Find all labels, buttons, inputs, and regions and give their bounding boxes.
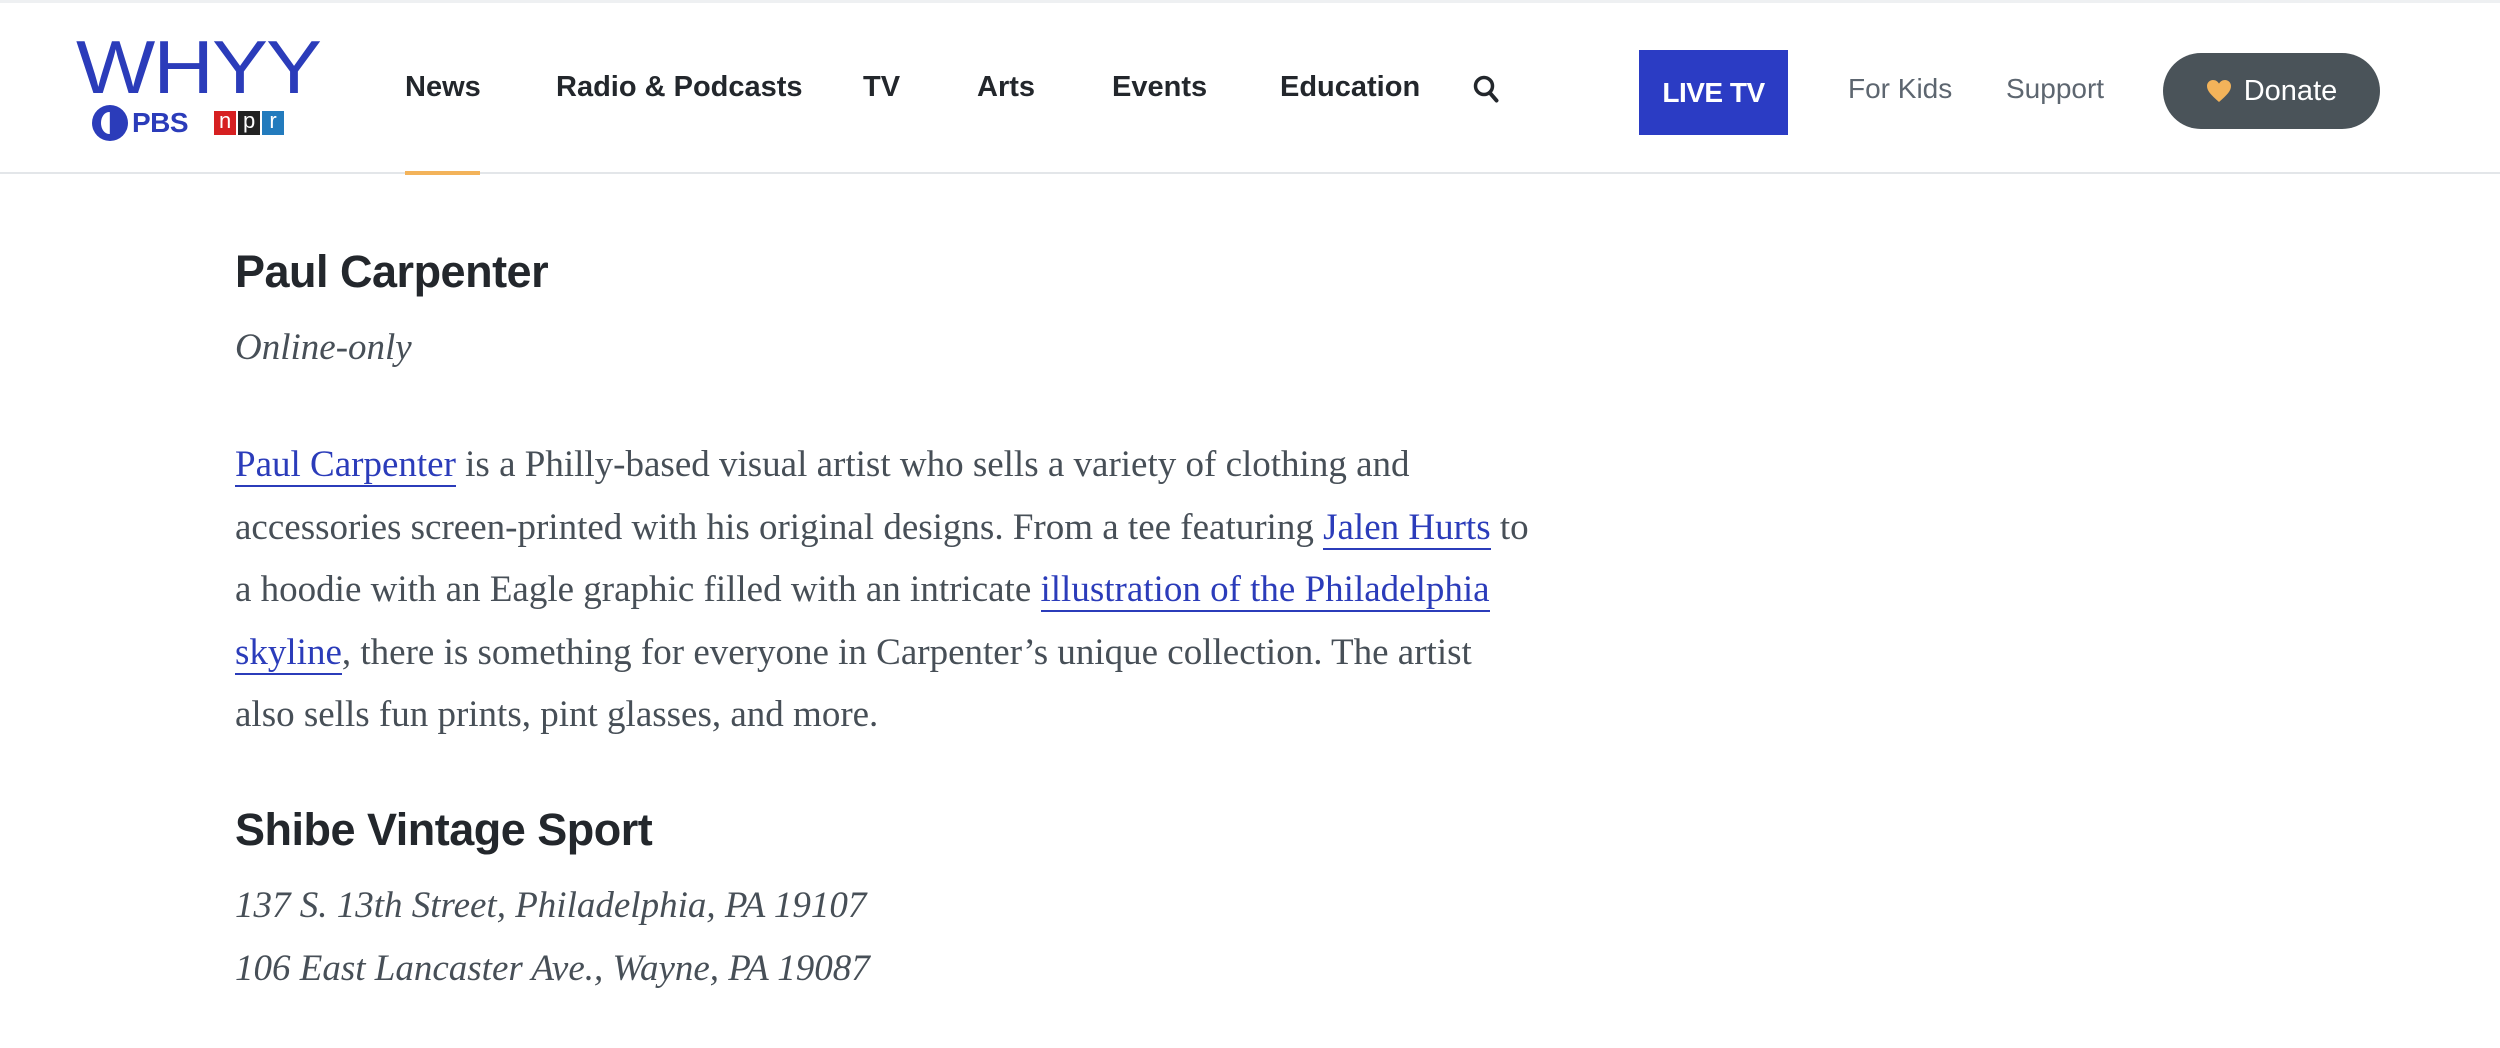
link-paul-carpenter[interactable]: Paul Carpenter <box>235 444 456 487</box>
for-kids-link[interactable]: For Kids <box>1848 73 1952 105</box>
entry-meta-online-only: Online-only <box>235 327 412 368</box>
donate-button[interactable]: Donate <box>2163 53 2380 129</box>
npr-letter-n: n <box>214 110 237 135</box>
live-tv-button[interactable]: LIVE TV <box>1639 50 1788 135</box>
nav-item-tv[interactable]: TV <box>863 71 900 104</box>
site-header: WHYY PBS n p r News Radio & Podcasts TV … <box>0 0 2500 175</box>
link-jalen-hurts[interactable]: Jalen Hurts <box>1323 506 1491 550</box>
donate-label: Donate <box>2243 74 2338 107</box>
entry-address-2: 106 East Lancaster Ave., Wayne, PA 19087 <box>235 948 870 989</box>
whyy-logo[interactable]: WHYY PBS n p r <box>76 29 322 143</box>
entry-description: Paul Carpenter is a Philly-based visual … <box>235 434 1535 747</box>
npr-logo: n p r <box>214 110 286 135</box>
nav-item-radio-podcasts[interactable]: Radio & Podcasts <box>556 71 803 104</box>
nav-item-arts[interactable]: Arts <box>977 71 1035 104</box>
entry-address-1: 137 S. 13th Street, Philadelphia, PA 191… <box>235 885 867 926</box>
npr-letter-r: r <box>262 110 285 135</box>
partner-logos: PBS n p r <box>92 103 286 143</box>
support-link[interactable]: Support <box>2006 73 2104 105</box>
body-text-segment: , there is something for everyone in Car… <box>235 631 1472 736</box>
entry-title-paul-carpenter: Paul Carpenter <box>235 246 549 297</box>
npr-letter-p: p <box>238 110 261 135</box>
whyy-wordmark: WHYY <box>76 24 322 110</box>
pbs-label: PBS <box>132 107 189 138</box>
nav-item-events[interactable]: Events <box>1112 71 1207 104</box>
entry-title-shibe-vintage-sport: Shibe Vintage Sport <box>235 804 653 855</box>
nav-item-news[interactable]: News <box>405 71 481 104</box>
search-icon[interactable] <box>1473 75 1499 103</box>
pbs-icon <box>92 105 128 141</box>
nav-item-education[interactable]: Education <box>1280 71 1420 104</box>
nav-active-indicator <box>405 171 480 175</box>
heart-icon <box>2206 80 2231 102</box>
